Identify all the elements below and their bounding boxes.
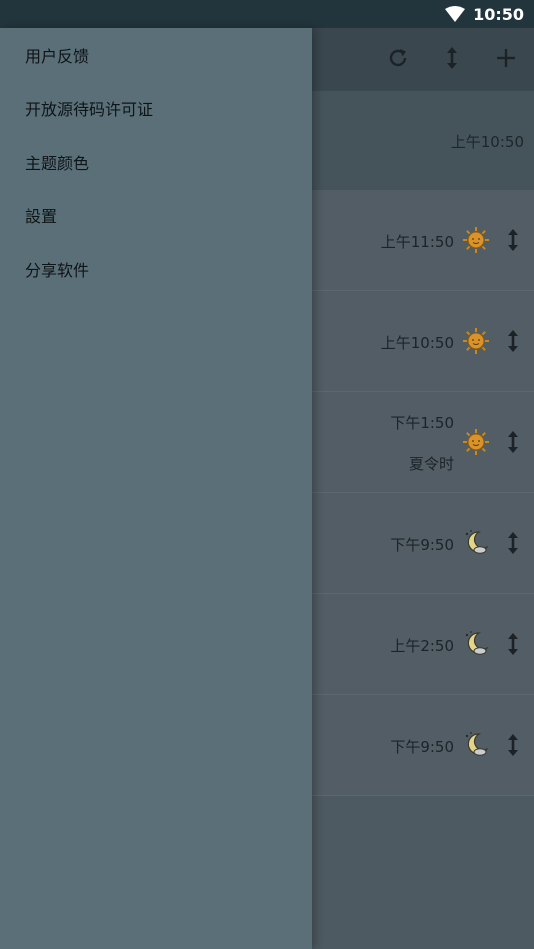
city-time: 下午9:50: [390, 536, 454, 554]
drag-handle-icon[interactable]: [506, 733, 520, 757]
drawer-item-theme-color[interactable]: 主题颜色: [0, 135, 312, 189]
city-time: 上午11:50: [380, 233, 454, 251]
drag-handle-icon[interactable]: [506, 430, 520, 454]
drawer-item-share-app[interactable]: 分享软件: [0, 242, 312, 296]
refresh-icon: [387, 47, 409, 69]
drag-handle-icon[interactable]: [506, 329, 520, 353]
add-icon: [496, 48, 516, 68]
sun-icon: [462, 428, 490, 456]
wifi-icon: [445, 6, 466, 22]
home-time: 上午10:50: [450, 133, 524, 151]
status-bar: 10:50: [0, 0, 534, 28]
dst-label: 夏令时: [408, 455, 454, 473]
reorder-icon: [445, 46, 459, 70]
city-time: 上午10:50: [380, 334, 454, 352]
drawer-item-settings[interactable]: 設置: [0, 189, 312, 243]
sun-icon: [462, 226, 490, 254]
refresh-button[interactable]: [382, 42, 414, 74]
city-time: 上午2:50: [390, 637, 454, 655]
navigation-drawer: 用户反馈 开放源待码许可证 主题颜色 設置 分享软件: [0, 28, 312, 949]
city-time: 下午9:50: [390, 738, 454, 756]
moon-icon: [462, 629, 490, 657]
drag-handle-icon[interactable]: [506, 531, 520, 555]
moon-icon: [462, 730, 490, 758]
status-right: 10:50: [445, 3, 524, 25]
drawer-item-open-source-licenses[interactable]: 开放源待码许可证: [0, 82, 312, 136]
add-button[interactable]: [490, 42, 522, 74]
city-time: 下午1:50: [390, 414, 454, 432]
moon-icon: [462, 528, 490, 556]
drawer-item-feedback[interactable]: 用户反馈: [0, 28, 312, 82]
status-time: 10:50: [473, 4, 524, 24]
drag-handle-icon[interactable]: [506, 228, 520, 252]
sun-icon: [462, 327, 490, 355]
toolbar-actions: [382, 42, 522, 74]
drag-handle-icon[interactable]: [506, 632, 520, 656]
reorder-button[interactable]: [436, 42, 468, 74]
